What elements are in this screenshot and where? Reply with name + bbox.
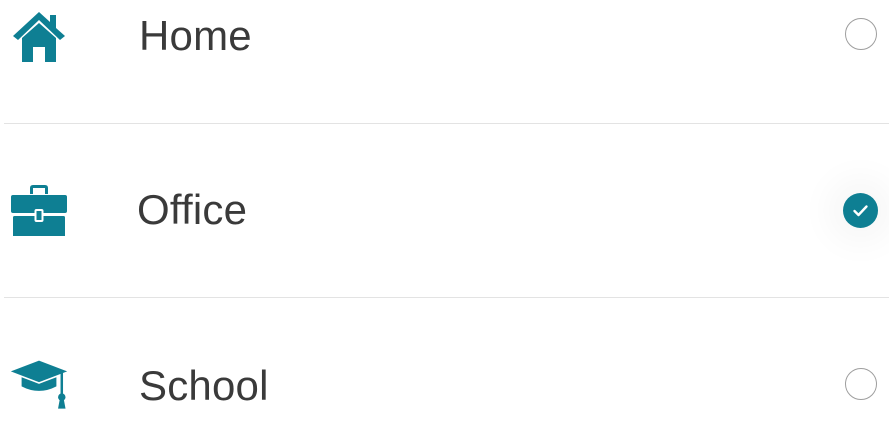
- option-office[interactable]: Office: [0, 160, 889, 260]
- divider: [4, 123, 889, 124]
- briefcase-icon: [10, 178, 68, 236]
- checkmark-icon: [853, 205, 868, 217]
- graduation-cap-icon: [10, 354, 68, 412]
- option-school[interactable]: School: [0, 336, 889, 428]
- home-icon: [10, 4, 68, 62]
- divider: [4, 297, 889, 298]
- option-label-home: Home: [139, 12, 252, 59]
- radio-office-selected[interactable]: [843, 193, 878, 228]
- radio-school[interactable]: [845, 368, 877, 400]
- radio-home[interactable]: [845, 18, 877, 50]
- address-type-list: Home Office School: [0, 0, 889, 428]
- option-label-school: School: [139, 362, 269, 409]
- option-label-office: Office: [137, 186, 248, 233]
- option-home[interactable]: Home: [0, 0, 889, 86]
